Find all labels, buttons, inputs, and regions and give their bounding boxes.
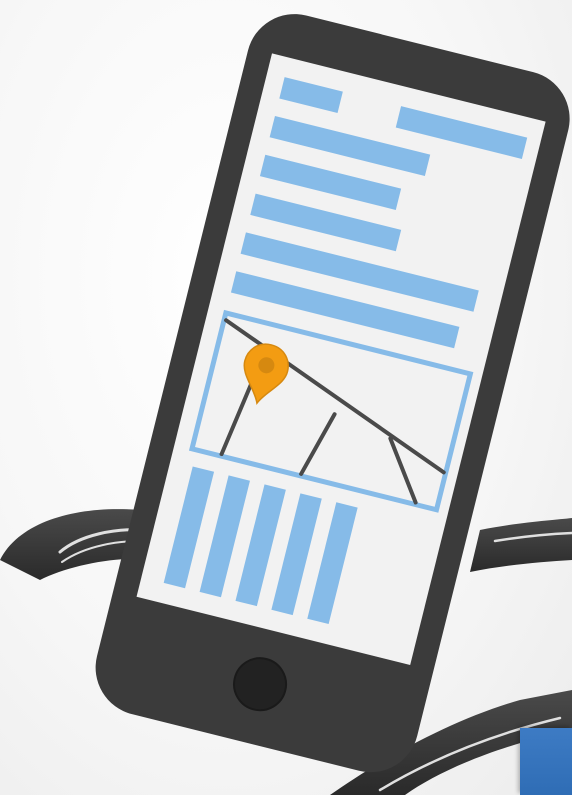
corner-tile [520,728,572,795]
illustration-scene [0,0,572,795]
phone [95,14,570,773]
road-right-curve [470,518,572,572]
phone-illustration [0,14,572,795]
